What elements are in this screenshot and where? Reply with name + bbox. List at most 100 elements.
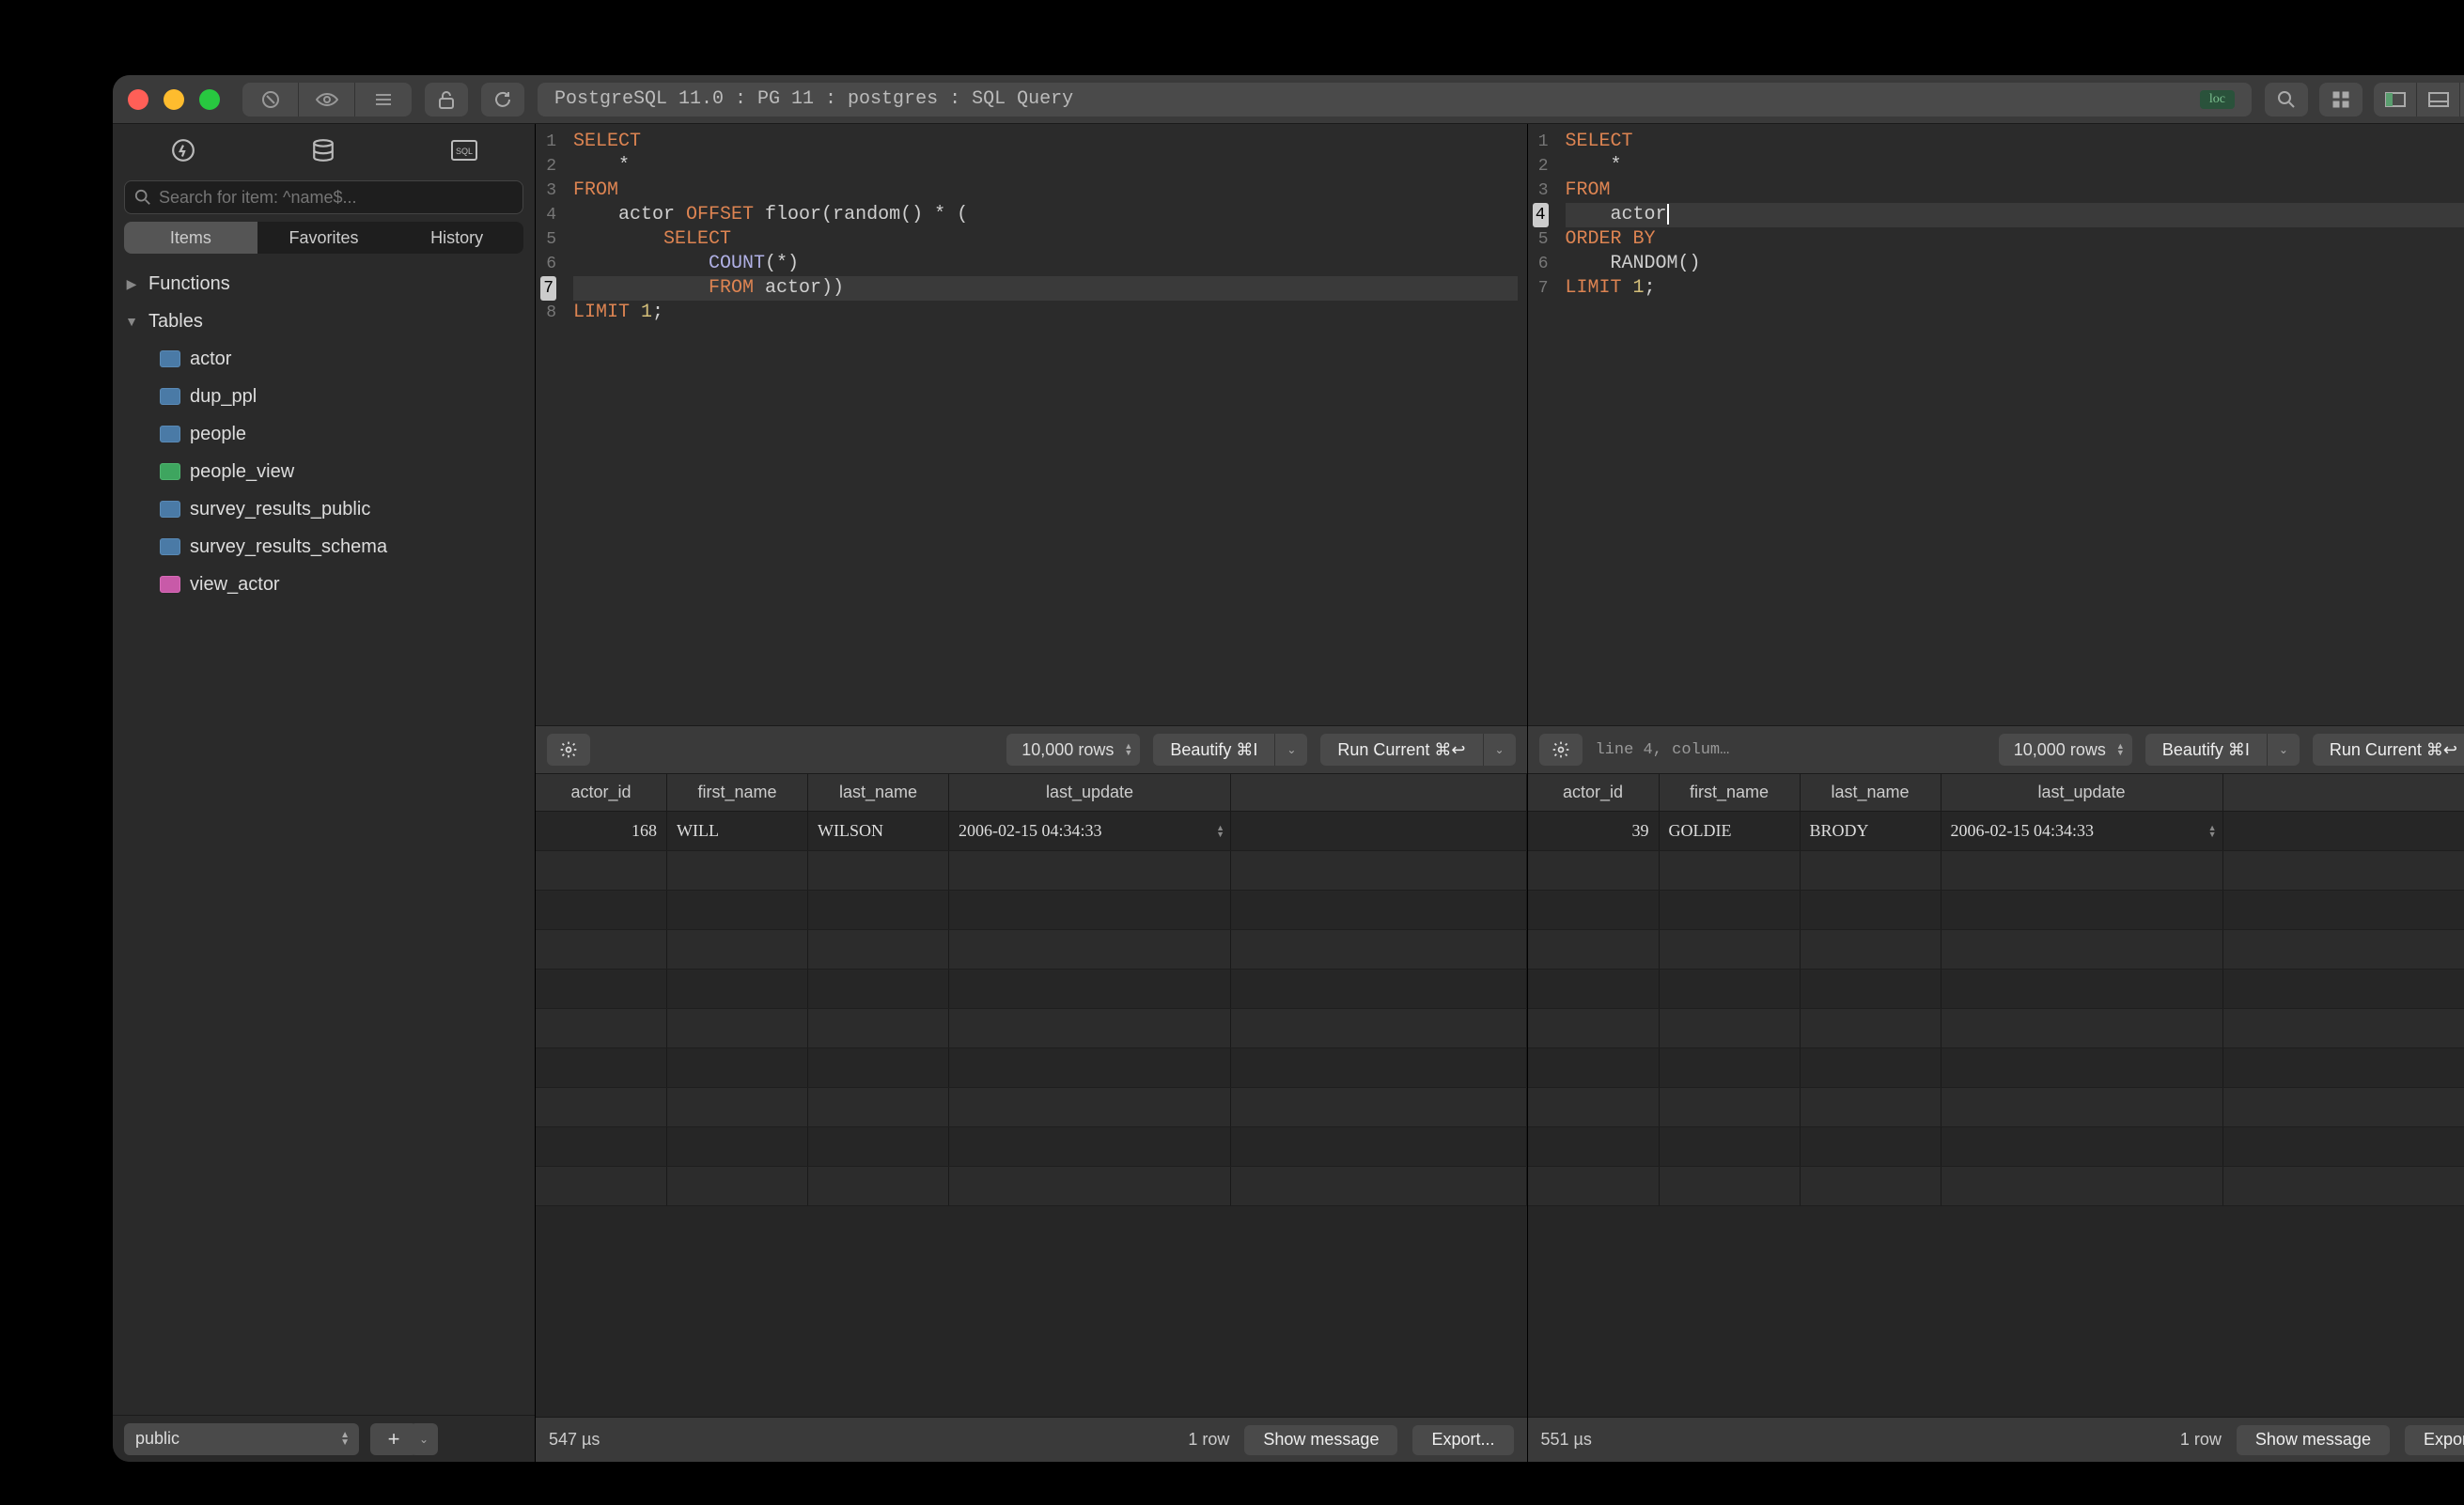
- layout-left-icon[interactable]: [2374, 83, 2417, 116]
- search-button[interactable]: [2265, 83, 2308, 116]
- gear-button[interactable]: [547, 734, 590, 766]
- col-header[interactable]: last_update: [949, 774, 1231, 811]
- table-row[interactable]: [536, 930, 1527, 970]
- cell: [808, 1088, 949, 1126]
- chevron-down-icon[interactable]: ⌄: [1484, 734, 1516, 766]
- lock-button[interactable]: [425, 83, 468, 116]
- grid-button[interactable]: [2319, 83, 2363, 116]
- tree: ▶ Functions ▼ Tables actordup_pplpeoplep…: [113, 261, 535, 1415]
- col-header[interactable]: last_name: [1801, 774, 1942, 811]
- table-row[interactable]: [1528, 1127, 2464, 1167]
- table-row[interactable]: [536, 970, 1527, 1009]
- seg-favorites[interactable]: Favorites: [257, 222, 391, 254]
- stop-button[interactable]: [242, 83, 299, 116]
- reload-button[interactable]: [481, 83, 524, 116]
- seg-history[interactable]: History: [390, 222, 523, 254]
- table-row[interactable]: [1528, 1167, 2464, 1206]
- table-row[interactable]: [1528, 1088, 2464, 1127]
- sql-editor[interactable]: SELECT *FROM actorORDER BY RANDOM()LIMIT…: [1556, 124, 2464, 725]
- bolt-icon[interactable]: [164, 132, 202, 169]
- run-button[interactable]: Run Current ⌘↩⌄: [1320, 734, 1515, 766]
- layout-right-icon[interactable]: [2460, 83, 2464, 116]
- table-row[interactable]: [536, 1009, 1527, 1048]
- table-row[interactable]: [536, 1167, 1527, 1206]
- add-menu-chevron[interactable]: ⌄: [410, 1423, 438, 1455]
- show-message-button[interactable]: Show message: [1244, 1425, 1397, 1455]
- table-row-dup_ppl[interactable]: dup_ppl: [113, 378, 535, 415]
- stepper-icon: ▲▼: [340, 1432, 350, 1447]
- tree-functions[interactable]: ▶ Functions: [113, 265, 535, 303]
- chevron-down-icon[interactable]: ⌄: [2268, 734, 2300, 766]
- minimize-icon[interactable]: [164, 89, 184, 110]
- table-row[interactable]: [1528, 970, 2464, 1009]
- seg-items[interactable]: Items: [124, 222, 257, 254]
- layout-bottom-icon[interactable]: [2417, 83, 2460, 116]
- col-header[interactable]: first_name: [1660, 774, 1801, 811]
- cell: 168: [536, 812, 667, 850]
- search-input[interactable]: [159, 188, 513, 208]
- cell: [536, 1167, 667, 1205]
- close-icon[interactable]: [128, 89, 148, 110]
- col-header[interactable]: last_update: [1942, 774, 2223, 811]
- table-row[interactable]: [536, 1048, 1527, 1088]
- schema-select[interactable]: public ▲▼: [124, 1423, 359, 1455]
- beautify-button[interactable]: Beautify ⌘I⌄: [1153, 734, 1307, 766]
- table-row-survey_results_public[interactable]: survey_results_public: [113, 490, 535, 528]
- cell: [1942, 891, 2223, 929]
- table-row[interactable]: [1528, 1048, 2464, 1088]
- show-message-button[interactable]: Show message: [2237, 1425, 2390, 1455]
- cell: [667, 1167, 808, 1205]
- table-row[interactable]: 39GOLDIEBRODY2006-02-15 04:34:33▲▼: [1528, 812, 2464, 851]
- col-header[interactable]: first_name: [667, 774, 808, 811]
- table-row-people_view[interactable]: people_view: [113, 453, 535, 490]
- cell: [1528, 891, 1660, 929]
- rows-select[interactable]: 10,000 rows▲▼: [1006, 734, 1140, 766]
- chevron-down-icon[interactable]: ⌄: [1275, 734, 1307, 766]
- sql-editor[interactable]: SELECT *FROM actor OFFSET floor(random()…: [564, 124, 1527, 725]
- sql-icon[interactable]: SQL: [445, 132, 483, 169]
- table-row-view_actor[interactable]: view_actor: [113, 566, 535, 603]
- cell: [1801, 1048, 1942, 1087]
- table-row[interactable]: [1528, 851, 2464, 891]
- table-row[interactable]: [536, 1127, 1527, 1167]
- stepper-icon[interactable]: ▲▼: [1216, 825, 1224, 838]
- table-row[interactable]: [1528, 1009, 2464, 1048]
- table-row-people[interactable]: people: [113, 415, 535, 453]
- database-icon[interactable]: [304, 132, 342, 169]
- rows-select[interactable]: 10,000 rows▲▼: [1999, 734, 2132, 766]
- col-header[interactable]: actor_id: [1528, 774, 1660, 811]
- cell: [949, 930, 1231, 969]
- cell: [1660, 1088, 1801, 1126]
- col-header[interactable]: last_name: [808, 774, 949, 811]
- eye-button[interactable]: [299, 83, 355, 116]
- cell: [1942, 1127, 2223, 1166]
- list-button[interactable]: [355, 83, 412, 116]
- tree-tables[interactable]: ▼ Tables: [113, 303, 535, 340]
- run-button[interactable]: Run Current ⌘↩⌄: [2313, 734, 2464, 766]
- sidebar-search[interactable]: [124, 180, 523, 214]
- cell: WILSON: [808, 812, 949, 850]
- table-row[interactable]: [1528, 891, 2464, 930]
- export-button[interactable]: Export...: [1412, 1425, 1513, 1455]
- export-button[interactable]: Export...: [2405, 1425, 2464, 1455]
- cell: [1801, 891, 1942, 929]
- beautify-button[interactable]: Beautify ⌘I⌄: [2145, 734, 2300, 766]
- maximize-icon[interactable]: [199, 89, 220, 110]
- col-header[interactable]: actor_id: [536, 774, 667, 811]
- stepper-icon[interactable]: ▲▼: [2208, 825, 2217, 838]
- table-row[interactable]: [536, 851, 1527, 891]
- tables-label: Tables: [148, 311, 203, 333]
- table-row-survey_results_schema[interactable]: survey_results_schema: [113, 528, 535, 566]
- cell: [667, 1088, 808, 1126]
- table-row[interactable]: [1528, 930, 2464, 970]
- sidebar-tab-icons: SQL: [113, 124, 535, 177]
- cell: [949, 1127, 1231, 1166]
- cell: [536, 891, 667, 929]
- table-row[interactable]: 168WILLWILSON2006-02-15 04:34:33▲▼: [536, 812, 1527, 851]
- table-row-actor[interactable]: actor: [113, 340, 535, 378]
- gear-button[interactable]: [1539, 734, 1583, 766]
- chevron-down-icon: ▼: [124, 314, 139, 329]
- table-icon: [160, 388, 180, 405]
- table-row[interactable]: [536, 891, 1527, 930]
- table-row[interactable]: [536, 1088, 1527, 1127]
